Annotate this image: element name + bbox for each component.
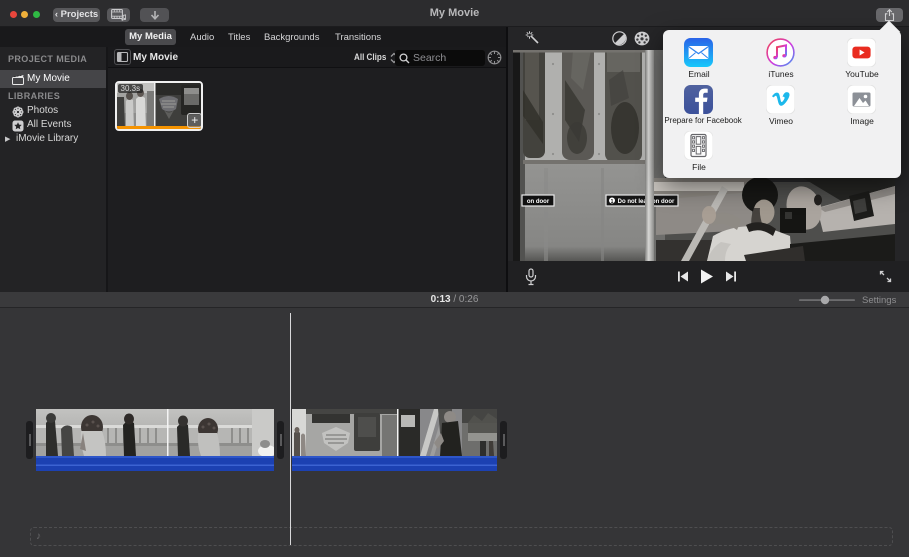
svg-text:1: 1 [611, 199, 614, 205]
svg-text:on door: on door [527, 199, 550, 205]
